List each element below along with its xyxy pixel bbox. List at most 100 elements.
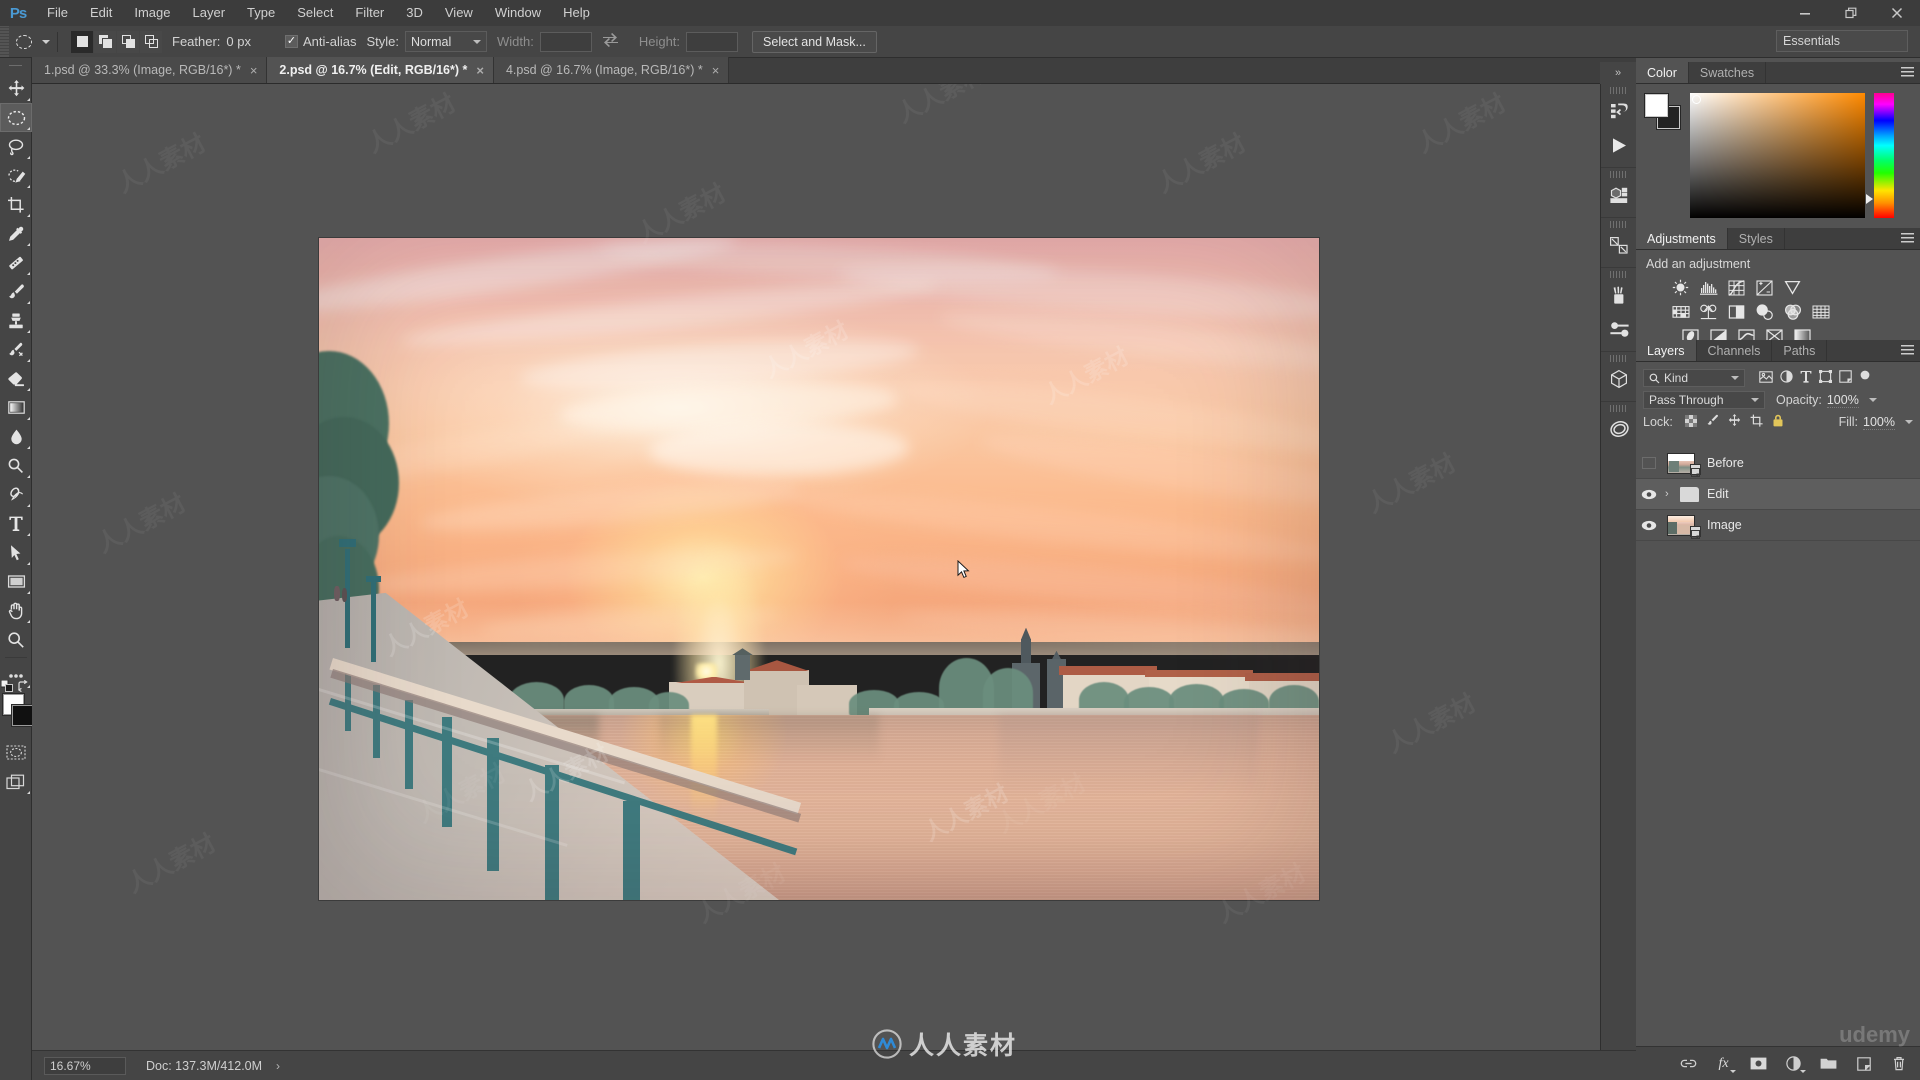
tab-paths[interactable]: Paths [1772, 340, 1828, 361]
menu-select[interactable]: Select [286, 0, 344, 26]
default-colors-icon[interactable] [0, 679, 13, 695]
swap-dimensions-icon[interactable] [602, 33, 619, 50]
menu-view[interactable]: View [434, 0, 484, 26]
swap-colors-icon[interactable] [17, 679, 30, 695]
lock-artboard-icon[interactable] [1750, 414, 1763, 430]
toolbar-grip[interactable] [0, 62, 31, 74]
elliptical-marquee-tool[interactable] [0, 103, 32, 132]
layer-filter-kind-select[interactable]: Kind [1643, 369, 1745, 387]
subtract-from-selection-button[interactable] [117, 30, 139, 53]
document-window[interactable]: 人人素材 人人素材 人人素材 人人素材 人人素材 [319, 238, 1319, 900]
brightness-contrast-icon[interactable] [1670, 278, 1691, 297]
chevron-down-icon[interactable] [1905, 420, 1913, 424]
add-layer-mask-icon[interactable] [1750, 1055, 1767, 1072]
menu-help[interactable]: Help [552, 0, 601, 26]
add-to-selection-button[interactable] [94, 30, 116, 53]
table-row[interactable]: Before [1636, 448, 1920, 479]
eraser-tool[interactable] [0, 364, 32, 393]
document-tab-1[interactable]: 1.psd @ 33.3% (Image, RGB/16*) * × [32, 57, 268, 83]
adjustment-filter-icon[interactable] [1780, 370, 1793, 386]
menu-file[interactable]: File [36, 0, 79, 26]
hue-saturation-icon[interactable] [1670, 302, 1691, 321]
menu-type[interactable]: Type [236, 0, 286, 26]
pixel-filter-icon[interactable] [1759, 370, 1773, 386]
path-selection-tool[interactable] [0, 538, 32, 567]
tab-layers[interactable]: Layers [1636, 340, 1697, 361]
type-filter-icon[interactable] [1800, 370, 1812, 386]
lock-image-pixels-icon[interactable] [1706, 414, 1719, 430]
style-select[interactable]: Normal [404, 31, 487, 52]
status-expand-icon[interactable]: › [276, 1059, 280, 1073]
3d-properties-icon[interactable] [1601, 178, 1637, 212]
history-icon[interactable] [1601, 94, 1637, 128]
dock-grip[interactable] [1601, 271, 1636, 278]
brush-tool[interactable] [0, 277, 32, 306]
layer-list[interactable]: Before › Edit Image [1636, 448, 1920, 1046]
tab-channels[interactable]: Channels [1696, 340, 1773, 361]
zoom-tool[interactable] [0, 625, 32, 654]
dock-grip[interactable] [1601, 355, 1636, 362]
link-layers-icon[interactable] [1680, 1055, 1697, 1072]
background-color-swatch[interactable] [12, 705, 33, 726]
layer-thumbnail-cell[interactable] [1662, 514, 1701, 539]
layer-visibility-toggle[interactable] [1636, 457, 1662, 469]
width-input[interactable] [539, 31, 592, 52]
panel-menu-icon[interactable] [1901, 233, 1914, 244]
layer-name[interactable]: Edit [1707, 487, 1729, 501]
gradient-tool[interactable] [0, 393, 32, 422]
dock-grip[interactable] [1601, 171, 1636, 178]
layer-group-cell[interactable]: › [1662, 486, 1700, 502]
channel-mixer-icon[interactable] [1782, 302, 1803, 321]
tab-styles[interactable]: Styles [1727, 228, 1785, 249]
close-icon[interactable]: × [712, 63, 720, 78]
workspace-select[interactable]: Essentials [1776, 30, 1908, 52]
pen-tool[interactable] [0, 480, 32, 509]
color-field[interactable] [1690, 93, 1865, 218]
new-layer-icon[interactable] [1855, 1055, 1872, 1072]
tab-adjustments[interactable]: Adjustments [1636, 228, 1728, 249]
layer-name[interactable]: Before [1707, 456, 1744, 470]
lasso-tool[interactable] [0, 132, 32, 161]
hand-tool[interactable] [0, 596, 32, 625]
layer-name[interactable]: Image [1707, 518, 1742, 532]
delete-layer-icon[interactable] [1890, 1055, 1907, 1072]
photo-filter-icon[interactable] [1754, 302, 1775, 321]
menu-window[interactable]: Window [484, 0, 552, 26]
tab-swatches[interactable]: Swatches [1688, 62, 1767, 83]
zoom-level-input[interactable]: 16.67% [44, 1056, 126, 1075]
lock-position-icon[interactable] [1728, 414, 1741, 430]
layer-thumbnail-cell[interactable] [1662, 452, 1701, 477]
vibrance-icon[interactable] [1782, 278, 1803, 297]
new-selection-button[interactable] [71, 30, 93, 53]
dock-grip[interactable] [1601, 405, 1636, 412]
layer-styles-icon[interactable]: fx [1715, 1055, 1736, 1073]
feather-value[interactable]: 0 px [226, 34, 251, 49]
screen-mode-button[interactable] [0, 767, 32, 796]
expand-panels-button[interactable]: » [1600, 62, 1636, 84]
close-icon[interactable]: × [250, 63, 258, 78]
close-icon[interactable]: × [476, 63, 484, 78]
opacity-value[interactable]: 100% [1826, 393, 1859, 408]
play-actions-icon[interactable] [1601, 128, 1637, 162]
new-adjustment-layer-icon[interactable] [1785, 1055, 1806, 1073]
panel-menu-icon[interactable] [1901, 67, 1914, 78]
chevron-down-icon[interactable] [1868, 398, 1877, 402]
exposure-icon[interactable] [1754, 278, 1775, 297]
type-tool[interactable] [0, 509, 32, 538]
3d-cube-icon[interactable] [1601, 362, 1637, 396]
brush-presets-icon[interactable] [1601, 278, 1637, 312]
quick-selection-tool[interactable] [0, 161, 32, 190]
document-tab-4[interactable]: 4.psd @ 16.7% (Image, RGB/16*) * × [493, 57, 730, 83]
spot-healing-brush-tool[interactable] [0, 248, 32, 277]
table-row[interactable]: Image [1636, 510, 1920, 541]
options-bar-grip[interactable] [0, 25, 9, 58]
hue-slider[interactable] [1866, 93, 1894, 218]
fill-value[interactable]: 100% [1863, 415, 1895, 430]
dock-grip[interactable] [1601, 87, 1636, 94]
height-input[interactable] [686, 31, 739, 52]
color-balance-icon[interactable] [1698, 302, 1719, 321]
intersect-with-selection-button[interactable] [140, 30, 162, 53]
anti-alias-control[interactable]: Anti-alias [285, 34, 356, 49]
history-brush-tool[interactable] [0, 335, 32, 364]
new-group-icon[interactable] [1820, 1055, 1837, 1072]
